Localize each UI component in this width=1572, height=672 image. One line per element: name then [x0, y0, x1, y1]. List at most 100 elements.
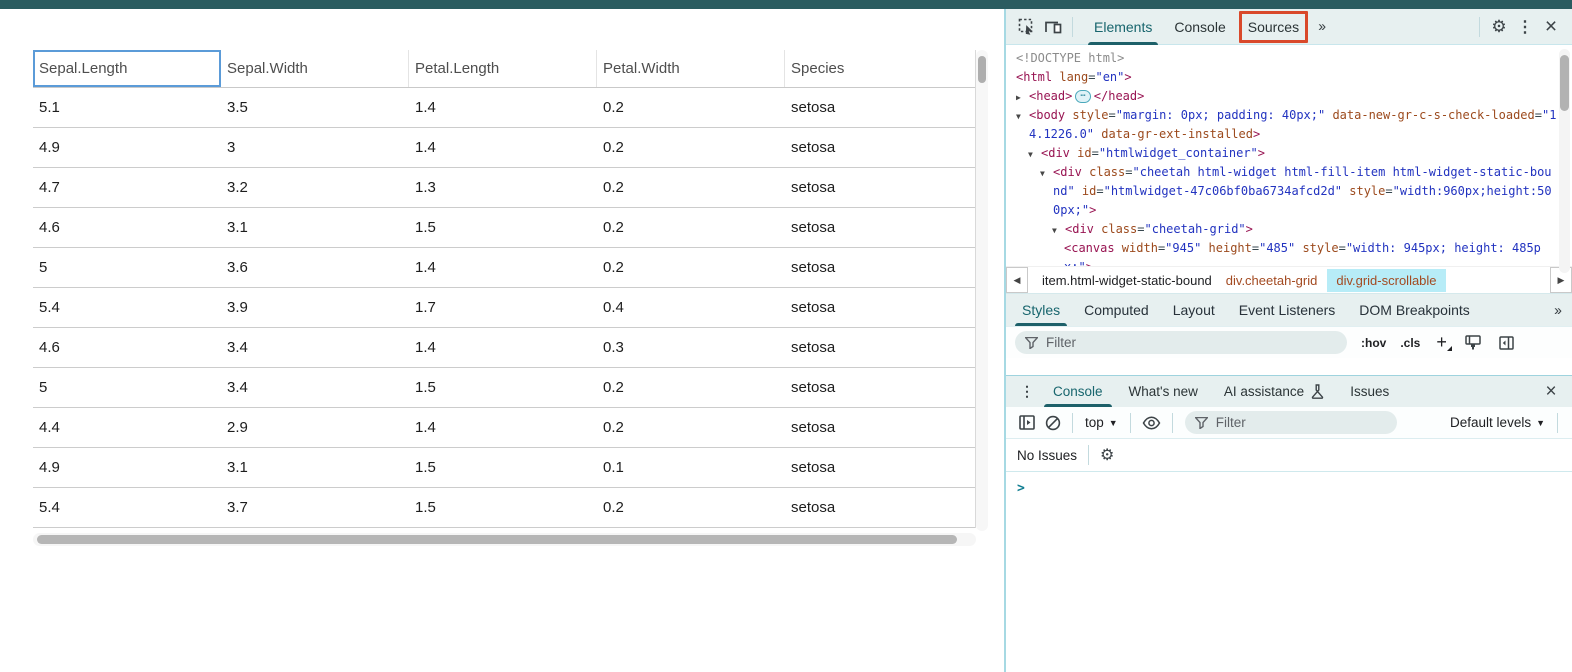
- log-levels-selector[interactable]: Default levels▼: [1450, 415, 1545, 430]
- grid-vertical-scrollbar-thumb[interactable]: [978, 56, 986, 83]
- drawer-menu-kebab-icon[interactable]: ⋮: [1014, 383, 1040, 400]
- issues-bar: No Issues ⚙: [1006, 439, 1572, 472]
- breadcrumb-item[interactable]: item.html-widget-static-bound: [1042, 273, 1212, 288]
- device-toolbar-icon[interactable]: [1040, 14, 1066, 40]
- inspect-element-icon[interactable]: [1014, 14, 1040, 40]
- dom-tree-node[interactable]: ▼<body style="margin: 0px; padding: 40px…: [1006, 106, 1558, 144]
- drawer-tab-issues[interactable]: Issues: [1337, 376, 1402, 407]
- dom-tree-node[interactable]: ▼<div class="cheetah-grid">: [1006, 220, 1558, 239]
- expand-down-icon[interactable]: ▼: [1028, 145, 1033, 164]
- grid-vertical-scrollbar[interactable]: [976, 50, 988, 531]
- dom-tree-node[interactable]: ▼<div id="htmlwidget_container">: [1006, 144, 1558, 163]
- sidebar-more-tabs-icon[interactable]: ››: [1546, 294, 1568, 326]
- dom-tree-node[interactable]: <canvas width="945" height="485" style="…: [1006, 239, 1558, 266]
- table-row[interactable]: 5.13.51.40.2setosa: [33, 88, 975, 128]
- code-token: style: [1065, 108, 1108, 122]
- table-cell: 1.5: [409, 368, 597, 407]
- tab-console[interactable]: Console: [1163, 9, 1236, 45]
- dom-tree-node[interactable]: ▶<head>⋯</head>: [1006, 87, 1558, 106]
- code-token: "en": [1095, 70, 1124, 84]
- expand-down-icon[interactable]: ▼: [1052, 221, 1057, 240]
- drawer-tab-console[interactable]: Console: [1040, 376, 1116, 407]
- devtools-menu-kebab-icon[interactable]: ⋮: [1512, 14, 1538, 40]
- table-row[interactable]: 5.43.91.70.4setosa: [33, 288, 975, 328]
- console-prompt-chevron[interactable]: >: [1006, 472, 1572, 496]
- rendering-emulation-icon[interactable]: [1465, 335, 1481, 350]
- table-row[interactable]: 4.42.91.40.2setosa: [33, 408, 975, 448]
- clear-console-icon[interactable]: [1045, 415, 1061, 431]
- drawer-tab-ai-assistance[interactable]: AI assistance: [1211, 376, 1337, 407]
- grid-column-header-petal-length[interactable]: Petal.Length: [409, 50, 597, 87]
- table-cell: 3.4: [221, 368, 409, 407]
- expand-right-icon[interactable]: ▶: [1016, 88, 1021, 107]
- grid-header-row: Sepal.LengthSepal.WidthPetal.LengthPetal…: [33, 50, 975, 88]
- table-row[interactable]: 4.93.11.50.1setosa: [33, 448, 975, 488]
- code-token: "htmlwidget_container": [1099, 146, 1258, 160]
- new-style-rule-button[interactable]: +: [1436, 332, 1447, 353]
- tab-sources[interactable]: Sources: [1237, 9, 1310, 45]
- drawer-close-icon[interactable]: ×: [1538, 379, 1564, 405]
- table-cell: 1.5: [409, 208, 597, 247]
- table-row[interactable]: 4.63.11.50.2setosa: [33, 208, 975, 248]
- sidebar-tab-event-listeners[interactable]: Event Listeners: [1227, 294, 1348, 326]
- grid-horizontal-scrollbar-thumb[interactable]: [37, 535, 957, 544]
- table-cell: 3.7: [221, 488, 409, 527]
- table-row[interactable]: 4.73.21.30.2setosa: [33, 168, 975, 208]
- code-token: id: [1075, 184, 1097, 198]
- console-filter-input[interactable]: Filter: [1185, 411, 1397, 434]
- breadcrumb-item[interactable]: div.cheetah-grid: [1226, 273, 1318, 288]
- table-cell: 3.1: [221, 208, 409, 247]
- table-cell: 0.1: [597, 448, 785, 487]
- code-token: "cheetah-grid": [1145, 222, 1246, 236]
- javascript-context-selector[interactable]: top▼: [1085, 415, 1118, 430]
- head-children-ellipsis-icon[interactable]: ⋯: [1075, 90, 1090, 103]
- console-sidebar-icon[interactable]: [1019, 415, 1035, 430]
- screen: Sepal.LengthSepal.WidthPetal.LengthPetal…: [0, 0, 1572, 672]
- dom-tree-node[interactable]: ▼<div class="cheetah html-widget html-fi…: [1006, 163, 1558, 220]
- table-row[interactable]: 4.931.40.2setosa: [33, 128, 975, 168]
- table-row[interactable]: 4.63.41.40.3setosa: [33, 328, 975, 368]
- sidebar-tab-computed[interactable]: Computed: [1072, 294, 1161, 326]
- table-row[interactable]: 53.41.50.2setosa: [33, 368, 975, 408]
- table-cell: 4.6: [33, 208, 221, 247]
- styles-filter-input[interactable]: Filter: [1015, 331, 1347, 354]
- more-tabs-icon[interactable]: ››: [1310, 18, 1332, 35]
- grid-column-header-sepal-length[interactable]: Sepal.Length: [33, 50, 221, 87]
- table-row[interactable]: 53.61.40.2setosa: [33, 248, 975, 288]
- dom-tree-node[interactable]: <!DOCTYPE html>: [1006, 49, 1558, 68]
- code-token: "485": [1259, 241, 1295, 255]
- dom-tree[interactable]: <!DOCTYPE html><html lang="en">▶<head>⋯<…: [1006, 45, 1572, 266]
- grid-column-header-petal-width[interactable]: Petal.Width: [597, 50, 785, 87]
- table-cell: 3.6: [221, 248, 409, 287]
- grid-column-header-sepal-width[interactable]: Sepal.Width: [221, 50, 409, 87]
- table-cell: 3.9: [221, 288, 409, 327]
- top-accent-bar: [0, 0, 1572, 9]
- tab-elements[interactable]: Elements: [1083, 9, 1163, 45]
- dom-tree-node[interactable]: <html lang="en">: [1006, 68, 1558, 87]
- table-cell: 0.2: [597, 128, 785, 167]
- table-cell: 5: [33, 368, 221, 407]
- toggle-sidebar-icon[interactable]: [1499, 336, 1514, 350]
- sidebar-tab-layout[interactable]: Layout: [1161, 294, 1227, 326]
- table-row[interactable]: 5.43.71.50.2setosa: [33, 488, 975, 528]
- toolbar-divider: [1479, 17, 1480, 37]
- expand-down-icon[interactable]: ▼: [1040, 164, 1045, 183]
- dom-tree-scrollbar-thumb[interactable]: [1560, 55, 1569, 111]
- sidebar-tab-dom-breakpoints[interactable]: DOM Breakpoints: [1347, 294, 1481, 326]
- live-expression-eye-icon[interactable]: [1142, 416, 1161, 430]
- toggle-hover-state-button[interactable]: :hov: [1361, 336, 1386, 350]
- drawer-tab-what-s-new[interactable]: What's new: [1116, 376, 1211, 407]
- expand-down-icon[interactable]: ▼: [1016, 107, 1021, 126]
- grid-column-header-species[interactable]: Species: [785, 50, 975, 87]
- breadcrumb-back-icon[interactable]: ◀: [1006, 267, 1028, 293]
- settings-gear-icon[interactable]: ⚙: [1486, 14, 1512, 40]
- console-settings-gear-icon[interactable]: ⚙: [1100, 445, 1114, 465]
- breadcrumb-item[interactable]: div.grid-scrollable: [1327, 269, 1445, 292]
- devtools-close-icon[interactable]: ×: [1538, 14, 1564, 40]
- console-filter-placeholder: Filter: [1216, 415, 1246, 430]
- console-toolbar-divider: [1130, 413, 1131, 433]
- table-cell: 0.2: [597, 368, 785, 407]
- sidebar-tab-styles[interactable]: Styles: [1010, 294, 1072, 326]
- toggle-class-button[interactable]: .cls: [1400, 336, 1420, 350]
- code-token: =: [1535, 108, 1542, 122]
